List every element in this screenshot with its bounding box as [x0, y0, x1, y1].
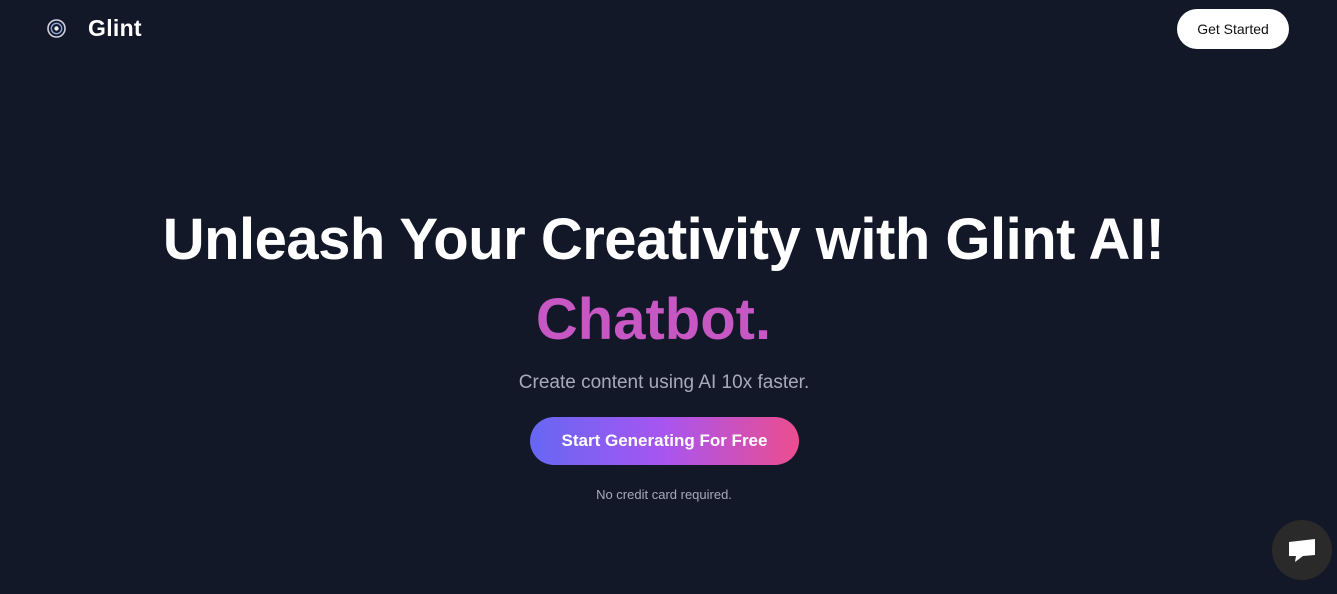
site-header: Glint Get Started — [0, 0, 1337, 58]
brand-logo[interactable]: Glint — [46, 13, 142, 43]
start-generating-button[interactable]: Start Generating For Free — [530, 417, 799, 465]
hero-subtitle: Create content using AI 10x faster. — [518, 372, 810, 393]
chat-launcher-button[interactable] — [1272, 520, 1332, 580]
no-credit-card-note: No credit card required. — [596, 487, 732, 502]
glint-logo-icon — [46, 18, 67, 39]
hero-headline: Unleash Your Creativity with Glint AI! — [162, 207, 1165, 272]
get-started-button[interactable]: Get Started — [1177, 9, 1289, 49]
hero-rotating-word: Chatbot. — [535, 287, 772, 352]
chat-bubble-icon — [1289, 539, 1315, 562]
brand-name: Glint — [88, 14, 142, 41]
